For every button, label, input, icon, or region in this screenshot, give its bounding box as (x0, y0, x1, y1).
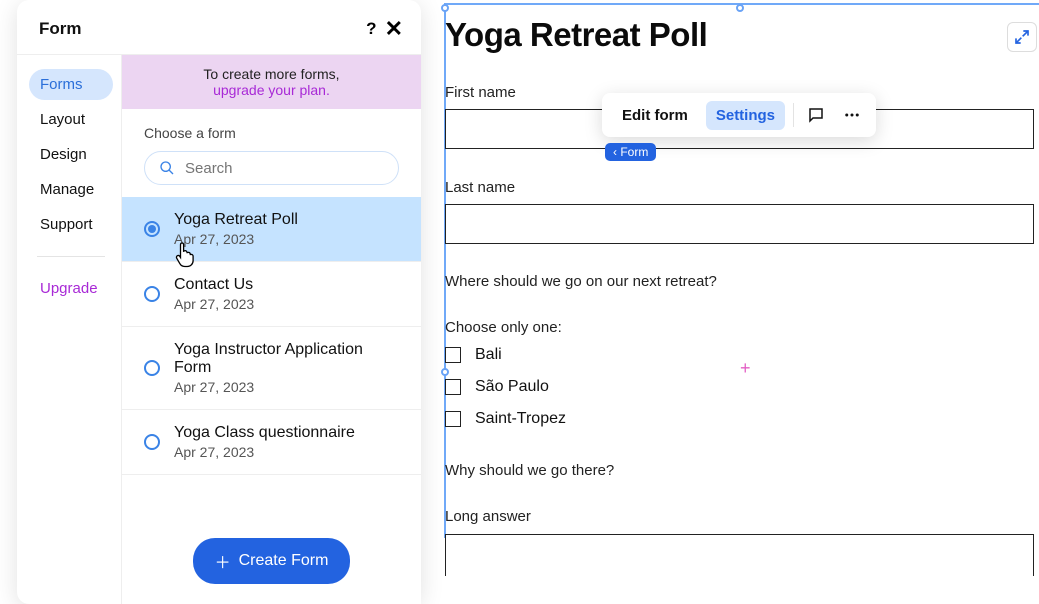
create-form-label: Create Form (239, 552, 329, 570)
first-name-label: First name (445, 84, 516, 101)
plus-icon: ＋ (215, 549, 231, 573)
option-item[interactable]: São Paulo (445, 378, 566, 396)
why-question: Why should we go there? (445, 462, 614, 479)
form-canvas: + Yoga Retreat Poll First name Last name… (445, 0, 1039, 604)
form-item-text: Yoga Class questionnaire Apr 27, 2023 (174, 424, 355, 460)
option-item[interactable]: Saint-Tropez (445, 410, 566, 428)
long-answer-label: Long answer (445, 508, 531, 525)
option-label: Saint-Tropez (475, 410, 566, 428)
selection-outline (444, 3, 1039, 538)
form-item-date: Apr 27, 2023 (174, 296, 254, 312)
search-input[interactable] (185, 160, 384, 177)
search-box[interactable] (144, 151, 399, 185)
form-item-name: Yoga Retreat Poll (174, 211, 298, 229)
add-marker-icon[interactable]: + (740, 358, 751, 379)
sidebar: Forms Layout Design Manage Support Upgra… (17, 55, 121, 604)
options-group: Bali São Paulo Saint-Tropez (445, 346, 566, 428)
sidebar-item-support[interactable]: Support (29, 209, 113, 240)
sidebar-item-layout[interactable]: Layout (29, 104, 113, 135)
choose-form-label: Choose a form (122, 109, 421, 151)
radio-icon[interactable] (144, 360, 160, 376)
sidebar-divider (37, 256, 105, 257)
help-icon[interactable]: ? (366, 19, 376, 39)
form-item-text: Yoga Instructor Application Form Apr 27,… (174, 341, 399, 395)
resize-handle-tm[interactable] (736, 4, 744, 12)
settings-button[interactable]: Settings (706, 101, 785, 130)
last-name-input[interactable] (445, 204, 1034, 244)
panel-body: Forms Layout Design Manage Support Upgra… (17, 55, 421, 604)
last-name-label: Last name (445, 179, 515, 196)
form-item-text: Contact Us Apr 27, 2023 (174, 276, 254, 312)
form-item-date: Apr 27, 2023 (174, 379, 399, 395)
create-btn-wrap: ＋ Create Form (122, 518, 421, 604)
element-tag[interactable]: ‹ Form (605, 143, 656, 161)
toolbar-divider (793, 103, 794, 127)
panel-header: Form ? ✕ (17, 0, 421, 55)
expand-icon (1014, 29, 1030, 45)
panel-title: Form (39, 19, 82, 39)
sidebar-upgrade[interactable]: Upgrade (29, 273, 113, 304)
long-answer-input[interactable] (445, 534, 1034, 576)
form-item-date: Apr 27, 2023 (174, 231, 298, 247)
form-item-date: Apr 27, 2023 (174, 444, 355, 460)
radio-icon[interactable] (144, 286, 160, 302)
option-label: São Paulo (475, 378, 549, 396)
form-list: Yoga Retreat Poll Apr 27, 2023 Contact U… (122, 197, 421, 518)
resize-handle-tl[interactable] (441, 4, 449, 12)
form-item-name: Yoga Instructor Application Form (174, 341, 399, 377)
element-toolbar: Edit form Settings (602, 93, 876, 137)
create-form-button[interactable]: ＋ Create Form (193, 538, 351, 584)
close-icon[interactable]: ✕ (385, 18, 403, 40)
sidebar-item-forms[interactable]: Forms (29, 69, 113, 100)
checkbox-icon[interactable] (445, 379, 461, 395)
radio-checked-icon[interactable] (144, 221, 160, 237)
upgrade-banner: To create more forms, upgrade your plan. (122, 55, 421, 109)
form-item[interactable]: Yoga Instructor Application Form Apr 27,… (122, 327, 421, 410)
form-item-name: Yoga Class questionnaire (174, 424, 355, 442)
panel-header-actions: ? ✕ (366, 18, 403, 40)
more-icon (843, 106, 861, 124)
form-title: Yoga Retreat Poll (445, 16, 707, 54)
form-item[interactable]: Contact Us Apr 27, 2023 (122, 262, 421, 327)
upgrade-link[interactable]: upgrade your plan. (213, 82, 330, 98)
form-item-text: Yoga Retreat Poll Apr 27, 2023 (174, 211, 298, 247)
form-item-name: Contact Us (174, 276, 254, 294)
panel-content: To create more forms, upgrade your plan.… (121, 55, 421, 604)
banner-line1: To create more forms, (203, 66, 339, 82)
choose-one-label: Choose only one: (445, 319, 562, 336)
more-button[interactable] (838, 106, 866, 124)
radio-icon[interactable] (144, 434, 160, 450)
edit-form-button[interactable]: Edit form (612, 101, 698, 130)
sidebar-item-design[interactable]: Design (29, 139, 113, 170)
checkbox-icon[interactable] (445, 347, 461, 363)
retreat-question: Where should we go on our next retreat? (445, 273, 717, 290)
sidebar-item-manage[interactable]: Manage (29, 174, 113, 205)
comment-icon (807, 106, 825, 124)
form-item[interactable]: Yoga Class questionnaire Apr 27, 2023 (122, 410, 421, 475)
form-item[interactable]: Yoga Retreat Poll Apr 27, 2023 (122, 197, 421, 262)
option-item[interactable]: Bali (445, 346, 566, 364)
form-panel: Form ? ✕ Forms Layout Design Manage Supp… (17, 0, 421, 604)
search-icon (159, 160, 175, 176)
option-label: Bali (475, 346, 502, 364)
comment-button[interactable] (802, 106, 830, 124)
checkbox-icon[interactable] (445, 411, 461, 427)
search-wrap (122, 151, 421, 197)
expand-button[interactable] (1007, 22, 1037, 52)
